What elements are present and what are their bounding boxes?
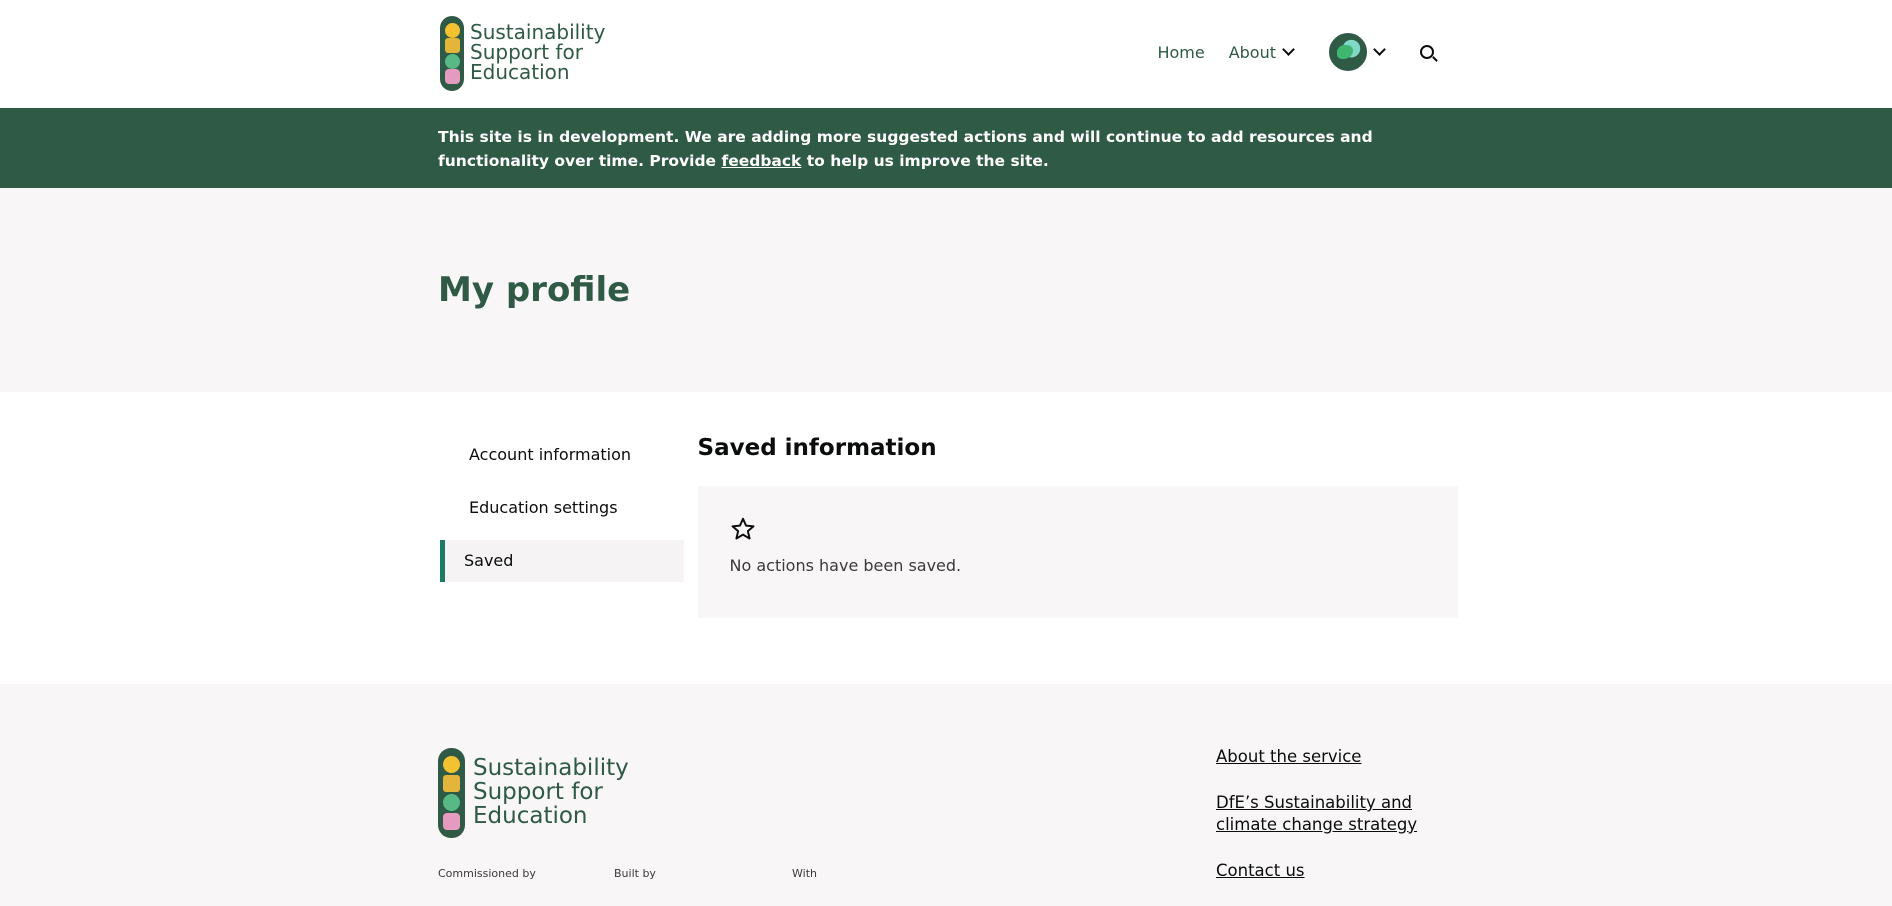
globe-icon (443, 794, 460, 811)
side-nav-account-information[interactable]: Account information (440, 434, 684, 476)
main-nav: Home About (1157, 32, 1434, 72)
page-title: My profile (438, 270, 631, 310)
development-banner: This site is in development. We are addi… (0, 108, 1892, 188)
nav-about-label: About (1228, 42, 1276, 62)
with-label: With (792, 867, 817, 880)
footer-credits: Commissioned by Built by With (438, 867, 817, 880)
site-header: Sustainability Support for Education Hom… (0, 0, 1892, 108)
profile-menu-button[interactable] (1329, 33, 1386, 71)
footer-link-about-the-service[interactable]: About the service (1216, 746, 1456, 768)
avatar (1329, 33, 1367, 71)
footer-links: About the service DfE’s Sustainability a… (1216, 746, 1456, 906)
profile-main: Account information Education settings S… (0, 392, 1892, 684)
star-icon (731, 517, 754, 540)
chevron-down-icon (1282, 43, 1295, 56)
nav-home-link[interactable]: Home (1157, 43, 1204, 62)
saved-information-panel: Saved information No actions have been s… (697, 434, 1458, 618)
hands-icon (444, 69, 460, 85)
book-icon (444, 38, 460, 54)
footer-link-sustainability-strategy[interactable]: DfE’s Sustainability and climate change … (1216, 792, 1456, 836)
footer-logo-text: Sustainability Support for Education (473, 755, 629, 829)
site-footer: Sustainability Support for Education Com… (0, 684, 1892, 906)
book-icon (443, 775, 460, 792)
chevron-down-icon (1373, 43, 1386, 56)
logo-emblem-icon (438, 748, 465, 838)
sun-icon (443, 756, 460, 773)
nav-about-dropdown[interactable]: About (1228, 42, 1295, 62)
empty-state-message: No actions have been saved. (729, 556, 962, 575)
site-logo[interactable]: Sustainability Support for Education (440, 16, 605, 91)
logo-text: Sustainability Support for Education (470, 20, 606, 84)
feedback-link[interactable]: feedback (721, 152, 801, 170)
built-by-label: Built by (614, 867, 656, 880)
hands-icon (443, 813, 460, 830)
section-title: Saved information (697, 435, 937, 461)
profile-side-nav: Account information Education settings S… (440, 434, 684, 618)
sun-icon (444, 22, 460, 38)
empty-state: No actions have been saved. (697, 486, 1458, 618)
commissioned-by-label: Commissioned by (438, 867, 536, 880)
search-icon[interactable] (1420, 45, 1434, 59)
logo-emblem-icon (440, 16, 464, 91)
page-title-area: My profile (0, 188, 1892, 392)
banner-message: This site is in development. We are addi… (438, 128, 1373, 170)
side-nav-saved[interactable]: Saved (440, 540, 684, 582)
footer-link-contact-us[interactable]: Contact us (1216, 860, 1456, 882)
side-nav-education-settings[interactable]: Education settings (440, 487, 684, 529)
globe-icon (444, 53, 460, 69)
